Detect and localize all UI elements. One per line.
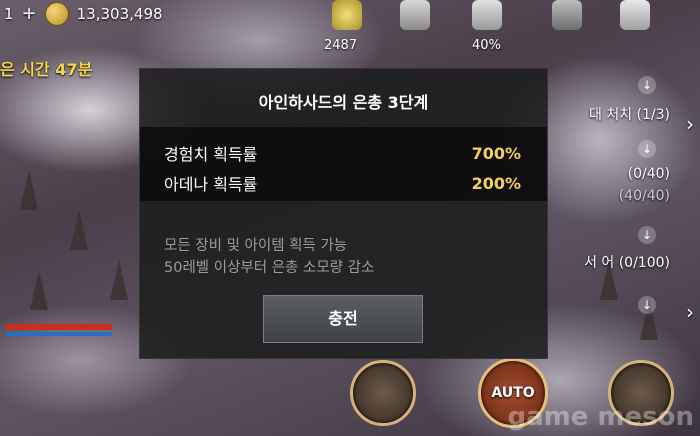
quest-entry[interactable]: 서 어 (0/100)	[584, 252, 670, 272]
remaining-time: 은 시간 47분	[0, 60, 93, 79]
dialog-description: 모든 장비 및 아이템 획득 가능 50레벨 이상부터 은총 소모량 감소	[164, 235, 374, 279]
quest-entry[interactable]: 대 처치 (1/3)	[589, 104, 670, 124]
item-count: 2487	[324, 38, 358, 53]
snowy-tree	[70, 210, 88, 250]
snowy-tree	[30, 270, 48, 310]
scroll-icon[interactable]	[620, 0, 650, 30]
target-skill-button[interactable]	[350, 360, 416, 426]
stats-panel: 경험치 획득률 700% 아데나 획득률 200%	[140, 127, 547, 201]
helmet-icon[interactable]	[472, 0, 502, 30]
description-line: 50레벨 이상부터 은총 소모량 감소	[164, 260, 375, 276]
description-line: 모든 장비 및 아이템 획득 가능	[164, 238, 348, 254]
snowy-tree	[110, 260, 128, 300]
percent-readout: 40%	[472, 38, 501, 53]
mp-bar	[6, 332, 112, 336]
stat-row-exp: 경험치 획득률 700%	[164, 141, 521, 165]
currency-bar: 1 + 13,303,498	[4, 2, 163, 26]
star-badge-icon[interactable]	[552, 0, 582, 30]
level-number: 1	[4, 5, 14, 23]
quest-entry[interactable]: (40/40)	[619, 188, 670, 204]
chevron-right-icon[interactable]: ›	[686, 112, 694, 136]
plus-icon[interactable]: +	[22, 5, 37, 23]
watermark: game meson	[507, 402, 694, 432]
bag-icon[interactable]	[400, 0, 430, 30]
hp-bar	[6, 324, 112, 330]
chevron-right-icon[interactable]: ›	[686, 300, 694, 324]
stat-row-adena: 아데나 획득률 200%	[164, 171, 521, 195]
quest-arrow-icon[interactable]: ↓	[638, 226, 656, 244]
charge-button[interactable]: 충전	[263, 295, 423, 343]
quest-arrow-icon[interactable]: ↓	[638, 76, 656, 94]
blessing-dialog: 아인하사드의 은총 3단계 경험치 획득률 700% 아데나 획득률 200% …	[139, 68, 548, 359]
stat-value: 700%	[471, 143, 521, 163]
stat-label: 경험치 획득률	[164, 145, 258, 164]
gold-coin-icon	[44, 2, 69, 26]
dialog-title: 아인하사드의 은총 3단계	[258, 93, 429, 112]
stat-label: 아데나 획득률	[164, 175, 258, 194]
stat-value: 200%	[471, 173, 521, 193]
gold-amount: 13,303,498	[76, 5, 163, 23]
feather-icon[interactable]	[332, 0, 362, 30]
quest-arrow-icon[interactable]: ↓	[638, 140, 656, 158]
snowy-tree	[20, 170, 38, 210]
quest-entry[interactable]: (0/40)	[628, 166, 670, 182]
quest-arrow-icon[interactable]: ↓	[638, 296, 656, 314]
